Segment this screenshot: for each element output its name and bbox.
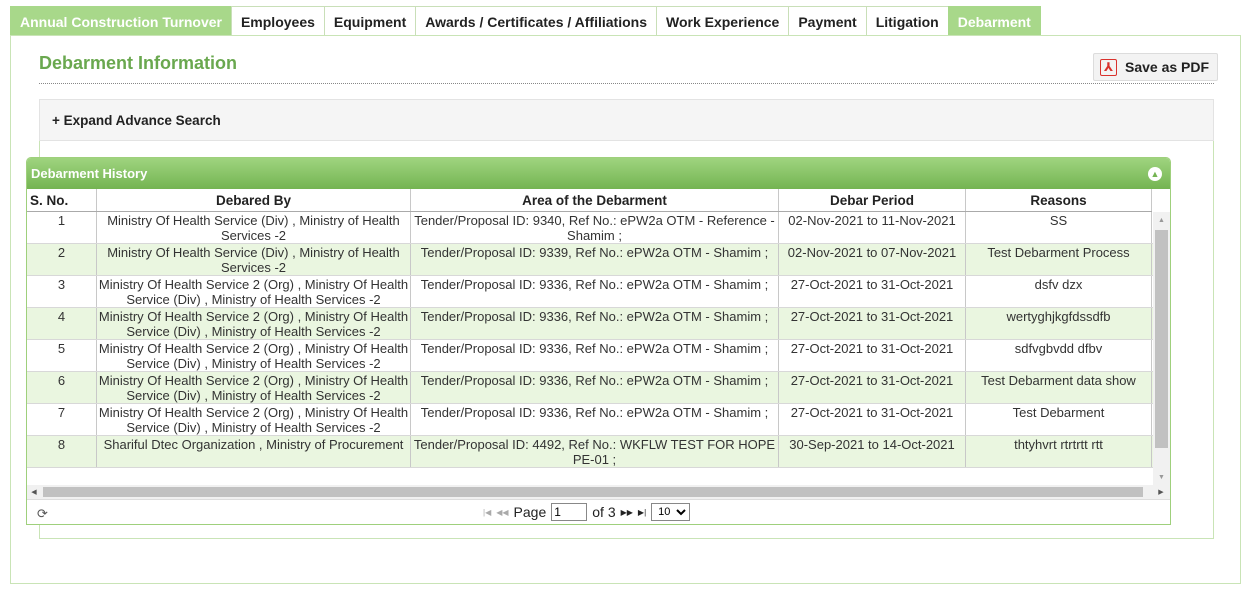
rows-per-page-select[interactable]: 10 [651,503,691,521]
cell-period: 02-Nov-2021 to 07-Nov-2021 [779,244,966,275]
table-row[interactable]: 2 Ministry Of Health Service (Div) , Mini… [27,244,1153,276]
cell-sno: 7 [27,404,97,435]
cell-period: 27-Oct-2021 to 31-Oct-2021 [779,276,966,307]
cell-reason: SS [966,212,1152,243]
table-row[interactable]: 7 Ministry Of Health Service 2 (Org) , Mi… [27,404,1153,436]
cell-debared-by: Ministry Of Health Service 2 (Org) , Min… [97,404,411,435]
debarment-panel: Debarment Information ⅄ Save as PDF + Ex… [10,35,1241,584]
expand-advance-search-label: + Expand Advance Search [52,112,221,128]
expand-advance-search-toggle[interactable]: + Expand Advance Search [39,99,1214,141]
tab-payment[interactable]: Payment [788,6,867,36]
table-row[interactable]: 6 Ministry Of Health Service 2 (Org) , Mi… [27,372,1153,404]
pager-controls: |◀ ◀◀ Page of 3 ▶▶ ▶| 10 [483,503,691,521]
table-row[interactable]: 5 Ministry Of Health Service 2 (Org) , Mi… [27,340,1153,372]
cell-sno: 4 [27,308,97,339]
cell-area: Tender/Proposal ID: 9336, Ref No.: ePW2a… [411,276,779,307]
grid-title: Debarment History [31,166,148,181]
tab-employees[interactable]: Employees [230,6,325,36]
next-page-icon[interactable]: ▶▶ [621,508,633,517]
title-divider [39,83,1214,84]
horizontal-scroll-thumb[interactable] [43,487,1143,497]
prev-page-icon[interactable]: ◀◀ [496,508,508,517]
last-page-icon[interactable]: ▶| [638,508,646,517]
column-header-area[interactable]: Area of the Debarment [411,189,779,211]
pager-bar: ⟳ |◀ ◀◀ Page of 3 ▶▶ ▶| 10 [27,499,1170,524]
cell-sno: 1 [27,212,97,243]
cell-sno: 6 [27,372,97,403]
refresh-icon[interactable]: ⟳ [37,506,48,522]
tab-work-experience[interactable]: Work Experience [655,6,790,36]
cell-debared-by: Ministry Of Health Service 2 (Org) , Min… [97,308,411,339]
cell-debared-by: Ministry Of Health Service 2 (Org) , Min… [97,340,411,371]
cell-period: 27-Oct-2021 to 31-Oct-2021 [779,340,966,371]
cell-debared-by: Shariful Dtec Organization , Ministry of… [97,436,411,467]
cell-area: Tender/Proposal ID: 9336, Ref No.: ePW2a… [411,308,779,339]
table-row[interactable]: 4 Ministry Of Health Service 2 (Org) , Mi… [27,308,1153,340]
table-row[interactable]: 8 Shariful Dtec Organization , Ministry o… [27,436,1153,468]
cell-debared-by: Ministry Of Health Service (Div) , Minis… [97,212,411,243]
cell-reason: dsfv dzx [966,276,1152,307]
cell-period: 27-Oct-2021 to 31-Oct-2021 [779,308,966,339]
page-label: Page [513,504,547,520]
tab-debarment[interactable]: Debarment [947,6,1041,36]
first-page-icon[interactable]: |◀ [483,508,491,517]
pdf-icon: ⅄ [1100,58,1117,76]
cell-reason: sdfvgbvdd dfbv [966,340,1152,371]
column-header-row: S. No. Debared By Area of the Debarment Deb… [27,189,1152,212]
cell-reason: thtyhvrt rtrtrtt rtt [966,436,1152,467]
tab-annual-construction-turnover[interactable]: Annual Construction Turnover [10,6,232,36]
scroll-down-icon[interactable]: ▼ [1153,469,1170,485]
table-row[interactable]: 1 Ministry Of Health Service (Div) , Mini… [27,212,1153,244]
table-row[interactable]: 3 Ministry Of Health Service 2 (Org) , Mi… [27,276,1153,308]
cell-sno: 8 [27,436,97,467]
cell-area: Tender/Proposal ID: 9339, Ref No.: ePW2a… [411,244,779,275]
debarment-history-grid: Debarment History ▲ S. No. Debared By Area… [26,157,1171,525]
vertical-scrollbar[interactable]: ▲ ▼ [1153,212,1170,485]
column-header-reasons[interactable]: Reasons [966,189,1152,211]
collapse-grid-icon[interactable]: ▲ [1148,167,1162,181]
save-as-pdf-button[interactable]: ⅄ Save as PDF [1093,53,1219,81]
cell-sno: 2 [27,244,97,275]
scroll-left-icon[interactable]: ◀ [27,485,41,499]
tab-awards-certificates-affiliations[interactable]: Awards / Certificates / Affiliations [415,6,657,36]
cell-sno: 3 [27,276,97,307]
cell-reason: Test Debarment data show [966,372,1152,403]
tab-litigation[interactable]: Litigation [865,6,949,36]
grid-body[interactable]: 1 Ministry Of Health Service (Div) , Mini… [27,212,1153,485]
cell-period: 02-Nov-2021 to 11-Nov-2021 [779,212,966,243]
cell-reason: wertyghjkgfdssdfb [966,308,1152,339]
horizontal-scrollbar[interactable]: ◀ ▶ [27,485,1170,499]
cell-sno: 5 [27,340,97,371]
page-title: Debarment Information [39,53,238,73]
cell-debared-by: Ministry Of Health Service 2 (Org) , Min… [97,276,411,307]
column-header-debared-by[interactable]: Debared By [97,189,411,211]
scroll-up-icon[interactable]: ▲ [1153,212,1170,228]
cell-reason: Test Debarment [966,404,1152,435]
cell-period: 30-Sep-2021 to 14-Oct-2021 [779,436,966,467]
vertical-scroll-thumb[interactable] [1155,230,1168,448]
cell-period: 27-Oct-2021 to 31-Oct-2021 [779,372,966,403]
cell-debared-by: Ministry Of Health Service (Div) , Minis… [97,244,411,275]
cell-period: 27-Oct-2021 to 31-Oct-2021 [779,404,966,435]
column-header-period[interactable]: Debar Period [779,189,966,211]
cell-debared-by: Ministry Of Health Service 2 (Org) , Min… [97,372,411,403]
grid-caption: Debarment History ▲ [27,158,1170,189]
cell-area: Tender/Proposal ID: 4492, Ref No.: WKFLW… [411,436,779,467]
page-number-input[interactable] [551,503,588,521]
page-count-label: of 3 [592,504,616,520]
cell-reason: Test Debarment Process [966,244,1152,275]
cell-area: Tender/Proposal ID: 9336, Ref No.: ePW2a… [411,340,779,371]
cell-area: Tender/Proposal ID: 9336, Ref No.: ePW2a… [411,372,779,403]
save-as-pdf-label: Save as PDF [1125,59,1210,75]
tab-equipment[interactable]: Equipment [323,6,417,36]
column-header-sno[interactable]: S. No. [27,189,97,211]
tab-bar: Annual Construction Turnover Employees Equ… [10,6,1041,36]
cell-area: Tender/Proposal ID: 9340, Ref No.: ePW2a… [411,212,779,243]
cell-area: Tender/Proposal ID: 9336, Ref No.: ePW2a… [411,404,779,435]
scroll-right-icon[interactable]: ▶ [1154,485,1168,499]
